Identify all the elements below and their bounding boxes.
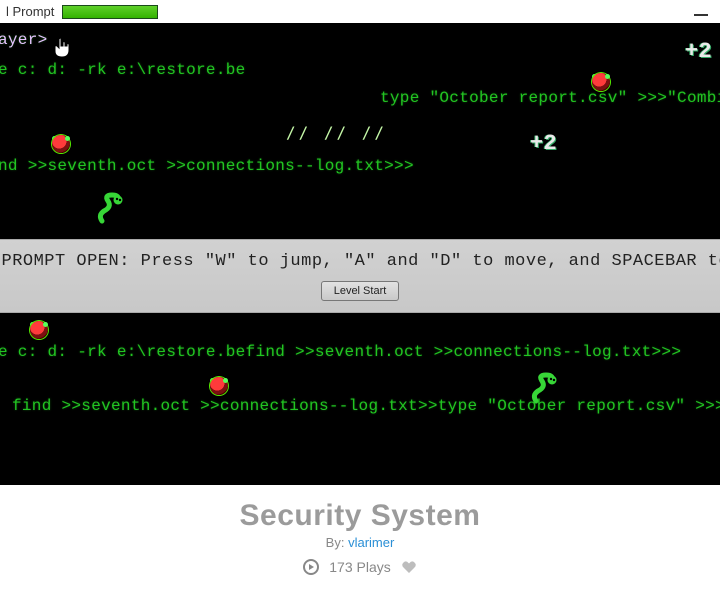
enemy-bug-icon (590, 71, 612, 93)
play-icon (303, 558, 319, 575)
title-fragment: l Prompt (6, 4, 54, 19)
cmd-line: nd >>seventh.oct >>connections--log.txt>… (0, 157, 414, 175)
enemy-snake-icon (96, 191, 126, 225)
cmd-line: type "October report.csv" >>>"Combined r… (380, 89, 720, 107)
cmd-line: e c: d: -rk e:\restore.be (0, 61, 246, 79)
instruction-text: MMAND PROMPT OPEN: Press "W" to jump, "A… (0, 252, 720, 271)
game-meta: Security System By: vlarimer 173 Plays (0, 485, 720, 575)
progress-fill (63, 6, 157, 18)
cmd-text: find >>seventh.oct >>connections--log.tx… (12, 397, 438, 415)
game-title: Security System (0, 499, 720, 533)
author-link[interactable]: vlarimer (348, 535, 394, 550)
slash-decor: // // // (286, 123, 387, 142)
score-popup: +2 (530, 131, 557, 156)
game-viewport[interactable]: ayer> +2 e c: d: -rk e:\restore.be type … (0, 23, 720, 485)
prompt-fragment: ayer> (0, 31, 48, 49)
score-popup: +2 (685, 39, 712, 64)
cmd-text: find >>seventh.oct >>connections--log.tx… (246, 343, 682, 361)
byline: By: vlarimer (0, 535, 720, 550)
plays-row: 173 Plays (0, 558, 720, 575)
enemy-bug-icon (50, 133, 72, 155)
minimize-button[interactable] (694, 14, 708, 16)
enemy-bug-icon (208, 375, 230, 397)
window-titlebar: l Prompt (0, 0, 720, 23)
by-label: By: (326, 535, 348, 550)
level-start-button[interactable]: Level Start (321, 281, 400, 301)
enemy-bug-icon (28, 319, 50, 341)
instruction-banner: MMAND PROMPT OPEN: Press "W" to jump, "A… (0, 239, 720, 313)
cmd-line: find >>seventh.oct >>connections--log.tx… (12, 397, 720, 415)
cmd-text: type "October report.csv" (438, 397, 695, 415)
cursor-hand-icon (52, 37, 72, 61)
cmd-text: e c: d: -rk e:\restore.be (0, 343, 246, 361)
favorite-button[interactable] (401, 558, 417, 575)
progress-bar (62, 5, 158, 19)
plays-count: 173 Plays (329, 559, 390, 575)
cmd-text: >>>"Combined report.c (695, 397, 720, 415)
cmd-line: e c: d: -rk e:\restore.befind >>seventh.… (0, 343, 681, 361)
